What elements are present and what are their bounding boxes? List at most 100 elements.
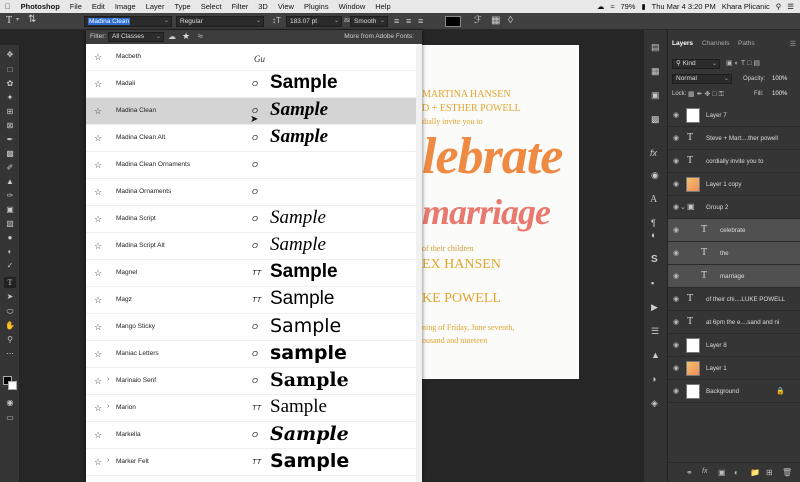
tab-paths[interactable]: Paths	[738, 40, 755, 47]
pen-tool-icon[interactable]: ✓	[4, 260, 16, 271]
filter-classes-dropdown[interactable]: All Classes ⌄	[108, 32, 164, 42]
fx-panel-icon[interactable]: fx	[650, 148, 657, 158]
menu-filter[interactable]: Filter	[227, 2, 254, 11]
chevron-right-icon[interactable]: ›	[107, 457, 109, 464]
layer-row[interactable]: ◉ Tof their chi....LUKE POWELL	[668, 288, 800, 311]
star-icon[interactable]: ☆	[94, 79, 102, 90]
frame-tool-icon[interactable]: ⊠	[4, 120, 16, 131]
antialias-dropdown[interactable]: Smooth ⌄	[350, 16, 388, 27]
visibility-eye-icon[interactable]: ◉	[673, 134, 679, 142]
font-row[interactable]: ☆ › Marker Felt TT Sample	[86, 449, 416, 476]
visibility-eye-icon[interactable]: ◉	[673, 295, 679, 303]
properties-panel-icon[interactable]: ▦	[651, 66, 660, 77]
clock[interactable]: Thu Mar 4 3:20 PM	[652, 2, 716, 11]
more-tools-icon[interactable]: ⋯	[4, 348, 16, 359]
layer-row[interactable]: ◉ Layer 1 copy	[668, 173, 800, 196]
gradients-panel-icon[interactable]: ◑	[651, 374, 656, 384]
user-name[interactable]: Khara Plicanic	[722, 2, 770, 11]
apple-icon[interactable]: 	[0, 2, 16, 11]
actions-panel-icon[interactable]: ▶	[651, 302, 658, 313]
layer-row[interactable]: ◉ Layer 1	[668, 357, 800, 380]
font-row[interactable]: ☆ Mango Sticky O Sample	[86, 314, 416, 341]
styles-panel-icon[interactable]: S	[651, 254, 658, 265]
font-size-field[interactable]: 183.07 pt ⌄	[286, 16, 342, 27]
panel-menu-icon[interactable]: ☰	[790, 40, 796, 48]
cloud-filter-icon[interactable]: ☁	[168, 32, 176, 41]
layer-row[interactable]: ◉ Background 🔒	[668, 380, 800, 403]
crop-tool-icon[interactable]: ⊞	[4, 106, 16, 117]
star-icon[interactable]: ☆	[94, 376, 102, 387]
star-icon[interactable]: ☆	[94, 295, 102, 306]
delete-layer-icon[interactable]: 🗑	[782, 468, 792, 477]
document-canvas[interactable]: MARTINA HANSEN D + ESTHER POWELL dially …	[422, 45, 579, 379]
warp-text-icon[interactable]: ℱ	[474, 15, 482, 26]
paragraph-panel-icon[interactable]: ¶	[651, 218, 656, 228]
screen-mode-icon[interactable]: ▭	[4, 412, 16, 423]
menu-plugins[interactable]: Plugins	[299, 2, 334, 11]
menu-3d[interactable]: 3D	[253, 2, 273, 11]
character-panel-icon[interactable]: ▦	[491, 15, 500, 26]
lasso-tool-icon[interactable]: ✿	[4, 78, 16, 89]
new-group-icon[interactable]: 📁	[750, 468, 760, 477]
wifi-icon[interactable]: ≈	[610, 2, 614, 11]
brush-tool-icon[interactable]: ✐	[4, 162, 16, 173]
visibility-eye-icon[interactable]: ◉	[673, 157, 679, 165]
tab-layers[interactable]: Layers	[672, 40, 693, 47]
font-row[interactable]: ☆ › Marion TT Sample	[86, 395, 416, 422]
brush-settings-icon[interactable]: ▪	[651, 278, 654, 288]
tab-channels[interactable]: Channels	[702, 40, 729, 47]
chevron-right-icon[interactable]: ›	[107, 376, 109, 383]
menu-file[interactable]: File	[65, 2, 87, 11]
star-icon[interactable]: ☆	[94, 322, 102, 333]
fill-field[interactable]: 100%	[772, 91, 787, 97]
history-panel-icon[interactable]: ▤	[651, 42, 660, 53]
star-icon[interactable]: ☆	[94, 160, 102, 171]
menu-type[interactable]: Type	[169, 2, 195, 11]
font-list-dropdown[interactable]: Filter: All Classes ⌄ ☁ ★ ≈ More from Ad…	[86, 30, 422, 482]
favorites-filter-icon[interactable]: ★	[182, 31, 190, 42]
layer-row[interactable]: ◉ Tmarriage	[668, 265, 800, 288]
font-style-dropdown[interactable]: Regular ⌄	[176, 16, 264, 27]
quick-select-tool-icon[interactable]: ✦	[4, 92, 16, 103]
search-icon[interactable]: ⚲	[776, 2, 782, 11]
history-brush-tool-icon[interactable]: ✑	[4, 190, 16, 201]
align-right-icon[interactable]: ≡	[418, 16, 423, 26]
font-row[interactable]: ☆ Madali O Sample	[86, 71, 416, 98]
font-row[interactable]: ☆ Madina Script Alt O Sample	[86, 233, 416, 260]
similar-fonts-icon[interactable]: ≈	[198, 31, 203, 41]
star-icon[interactable]: ☆	[94, 52, 102, 63]
menu-view[interactable]: View	[273, 2, 299, 11]
star-icon[interactable]: ☆	[94, 106, 102, 117]
font-row[interactable]: ☆ Madina Clean Alt O Sample	[86, 125, 416, 152]
font-row[interactable]: ☆ Markella O Sample	[86, 422, 416, 449]
swatches-panel-icon[interactable]: ▩	[651, 114, 660, 125]
font-row[interactable]: ☆ Maniac Letters Osample	[86, 341, 416, 368]
layer-kind-filter[interactable]: ⚲ Kind ⌄	[672, 59, 720, 69]
layer-row[interactable]: ◉ Tthe	[668, 242, 800, 265]
hand-tool-icon[interactable]: ✋	[4, 320, 16, 331]
star-icon[interactable]: ☆	[94, 241, 102, 252]
visibility-eye-icon[interactable]: ◉	[673, 226, 679, 234]
menu-list-icon[interactable]: ☰	[787, 2, 794, 11]
menu-edit[interactable]: Edit	[87, 2, 110, 11]
align-center-icon[interactable]: ≡	[406, 16, 411, 26]
blur-tool-icon[interactable]: ●	[4, 232, 16, 243]
lock-options-icons[interactable]: ▦✒✥□⚿	[688, 90, 726, 99]
menu-window[interactable]: Window	[334, 2, 371, 11]
learn-panel-icon[interactable]: ◈	[651, 398, 658, 409]
more-adobe-fonts-link[interactable]: More from Adobe Fonts:	[344, 33, 414, 40]
star-icon[interactable]: ☆	[94, 457, 102, 468]
font-row[interactable]: ☆ Magz TT Sample	[86, 287, 416, 314]
marquee-tool-icon[interactable]: □	[4, 64, 16, 75]
star-icon[interactable]: ☆	[94, 403, 102, 414]
font-row[interactable]: ☆ Madina Script O Sample	[86, 206, 416, 233]
font-row[interactable]: ☆ › Marinaio Serif O Sample	[86, 368, 416, 395]
layer-row[interactable]: ◉ T Steve + Mart....ther powell	[668, 127, 800, 150]
font-list-scrollbar[interactable]	[416, 44, 422, 482]
font-row[interactable]: ☆ Macbeth	[86, 44, 416, 71]
layer-row[interactable]: ◉ Layer 7	[668, 104, 800, 127]
opacity-field[interactable]: 100%	[772, 76, 787, 82]
navigator-panel-icon[interactable]: ▲	[651, 350, 660, 360]
visibility-eye-icon[interactable]: ◉	[673, 318, 679, 326]
text-color-swatch[interactable]	[445, 16, 461, 27]
